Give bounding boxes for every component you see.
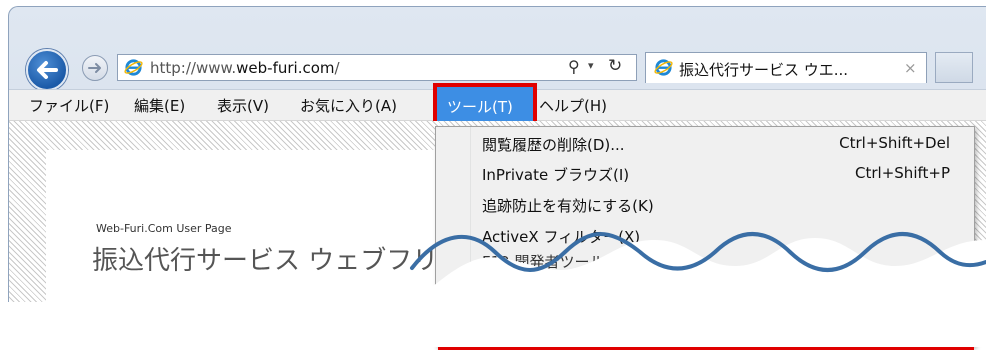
menu-item-delete-history[interactable]: 閲覧履歴の削除(D)... — [482, 134, 625, 155]
menu-separator — [472, 281, 970, 282]
tab-title: 振込代行サービス ウエ... — [679, 61, 849, 79]
menu-shortcut-delete-history: Ctrl+Shift+Del — [839, 134, 950, 152]
new-tab-button[interactable] — [935, 52, 973, 83]
tab-active[interactable]: 振込代行サービス ウエ... × — [645, 52, 927, 83]
site-subtitle: Web-Furi.Com User Page — [96, 222, 232, 235]
forward-arrow-icon — [88, 63, 101, 73]
menu-help[interactable]: ヘルプ(H) — [539, 95, 607, 116]
close-icon[interactable]: × — [904, 59, 917, 77]
menu-item-f12-devtools[interactable]: F12 開発者ツール(L) — [482, 251, 625, 272]
menu-tools-label: ツール(T) — [447, 98, 513, 116]
internet-explorer-icon — [124, 59, 143, 76]
menu-item-tracking-protection[interactable]: 追跡防止を有効にする(K) — [482, 195, 654, 216]
menu-view[interactable]: 表示(V) — [217, 95, 269, 116]
back-arrow-icon — [37, 61, 58, 79]
menu-item-inprivate[interactable]: InPrivate ブラウズ(I) — [482, 164, 629, 185]
menu-shortcut-inprivate: Ctrl+Shift+P — [855, 164, 950, 182]
menu-file[interactable]: ファイル(F) — [29, 95, 109, 116]
address-url: http://www.web-furi.com/ — [150, 59, 340, 77]
forward-button[interactable] — [82, 55, 108, 81]
menu-favorites[interactable]: お気に入り(A) — [300, 95, 397, 116]
chevron-down-icon[interactable]: ▾ — [588, 59, 594, 72]
refresh-icon[interactable]: ↻ — [608, 56, 622, 76]
search-icon[interactable]: ⚲ — [568, 57, 580, 76]
menu-item-activex-filter[interactable]: ActiveX フィルター(X) — [482, 226, 640, 247]
internet-explorer-icon — [654, 59, 673, 76]
back-button[interactable] — [26, 49, 68, 91]
menu-edit[interactable]: 編集(E) — [134, 95, 185, 116]
site-title: 振込代行サービス ウェブフリ — [92, 246, 439, 276]
address-bar[interactable]: http://www.web-furi.com/ ⚲ ▾ ↻ — [117, 54, 637, 81]
internet-options-highlight — [438, 308, 974, 350]
